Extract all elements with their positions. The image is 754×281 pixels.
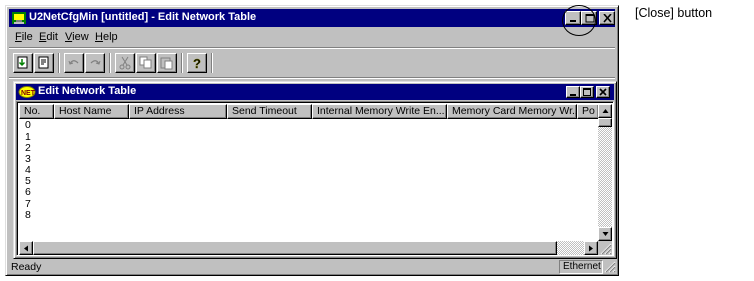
upload-icon xyxy=(38,56,49,69)
arrow-right-icon xyxy=(589,245,593,252)
cut-button[interactable] xyxy=(115,53,135,73)
download-icon xyxy=(17,56,28,69)
table-row[interactable]: 8 xyxy=(25,209,31,221)
upload-button[interactable] xyxy=(34,53,54,73)
scroll-left-button[interactable] xyxy=(19,241,33,255)
column-header-no[interactable]: No. xyxy=(19,104,54,119)
menu-separator xyxy=(9,47,615,49)
menu-edit[interactable]: Edit xyxy=(39,31,58,43)
column-header-internal-memory-write[interactable]: Internal Memory Write En... xyxy=(312,104,447,119)
toolbar-separator-line xyxy=(9,77,615,79)
callout-label: [Close] button xyxy=(635,6,713,20)
toolbar-separator xyxy=(109,53,111,73)
horizontal-scrollbar[interactable] xyxy=(19,241,598,255)
app-icon xyxy=(11,10,27,26)
resize-grip-icon xyxy=(600,243,612,255)
column-header-ip-address[interactable]: IP Address xyxy=(129,104,227,119)
column-header-port[interactable]: Po xyxy=(577,104,599,119)
table-row[interactable]: 0 xyxy=(25,119,31,131)
redo-button[interactable] xyxy=(85,53,105,73)
arrow-down-icon xyxy=(602,232,609,236)
child-minimize-button[interactable] xyxy=(566,86,580,98)
child-maximize-button[interactable] xyxy=(580,86,594,98)
help-button[interactable]: ? xyxy=(187,53,207,73)
arrow-up-icon xyxy=(602,109,609,113)
toolbar: ? xyxy=(9,50,615,76)
resize-grip-icon[interactable] xyxy=(604,261,616,273)
edit-network-table-window: NET Edit Network Table No. Host Name IP … xyxy=(13,81,617,259)
undo-icon xyxy=(68,60,79,65)
svg-text:?: ? xyxy=(193,56,201,70)
vertical-scrollbar[interactable] xyxy=(598,104,612,243)
window-title: U2NetCfgMin [untitled] - Edit Network Ta… xyxy=(29,11,257,23)
status-bar: Ready Ethernet xyxy=(9,260,616,274)
size-box xyxy=(598,241,612,255)
network-table-icon: NET xyxy=(18,86,36,98)
toolbar-separator xyxy=(58,53,60,73)
toolbar-separator xyxy=(211,53,213,73)
child-close-button[interactable] xyxy=(596,86,610,98)
child-title-bar[interactable]: NET Edit Network Table xyxy=(16,84,614,100)
scroll-up-button[interactable] xyxy=(598,104,612,118)
list-header: No. Host Name IP Address Send Timeout In… xyxy=(19,104,599,119)
copy-icon xyxy=(139,56,152,69)
toolbar-separator xyxy=(181,53,183,73)
main-window: U2NetCfgMin [untitled] - Edit Network Ta… xyxy=(5,5,619,276)
cut-icon xyxy=(119,56,131,70)
menu-bar: File Edit View Help xyxy=(9,29,615,46)
title-bar[interactable]: U2NetCfgMin [untitled] - Edit Network Ta… xyxy=(9,9,615,27)
scroll-right-button[interactable] xyxy=(584,241,598,255)
callout-circle xyxy=(562,5,596,36)
table-row[interactable]: 6 xyxy=(25,186,31,198)
column-header-send-timeout[interactable]: Send Timeout xyxy=(227,104,312,119)
column-header-memory-card-write[interactable]: Memory Card Memory Wr... xyxy=(447,104,577,119)
undo-button[interactable] xyxy=(64,53,84,73)
child-window-title: Edit Network Table xyxy=(38,85,137,97)
redo-icon xyxy=(90,60,101,65)
copy-button[interactable] xyxy=(136,53,156,73)
menu-help[interactable]: Help xyxy=(95,31,118,43)
horizontal-scroll-thumb[interactable] xyxy=(33,241,557,255)
arrow-left-icon xyxy=(24,245,28,252)
status-panel-connection: Ethernet xyxy=(559,260,603,274)
download-button[interactable] xyxy=(13,53,33,73)
column-header-host-name[interactable]: Host Name xyxy=(54,104,129,119)
help-icon: ? xyxy=(193,56,201,70)
menu-file[interactable]: File xyxy=(15,31,33,43)
status-text: Ready xyxy=(11,261,42,273)
scroll-down-button[interactable] xyxy=(598,227,612,241)
close-button[interactable] xyxy=(599,11,615,25)
vertical-scroll-thumb[interactable] xyxy=(598,118,612,127)
paste-icon xyxy=(160,57,173,70)
svg-text:NET: NET xyxy=(21,90,36,97)
network-table-list[interactable]: No. Host Name IP Address Send Timeout In… xyxy=(16,101,614,256)
paste-button[interactable] xyxy=(157,53,177,73)
menu-view[interactable]: View xyxy=(65,31,89,43)
